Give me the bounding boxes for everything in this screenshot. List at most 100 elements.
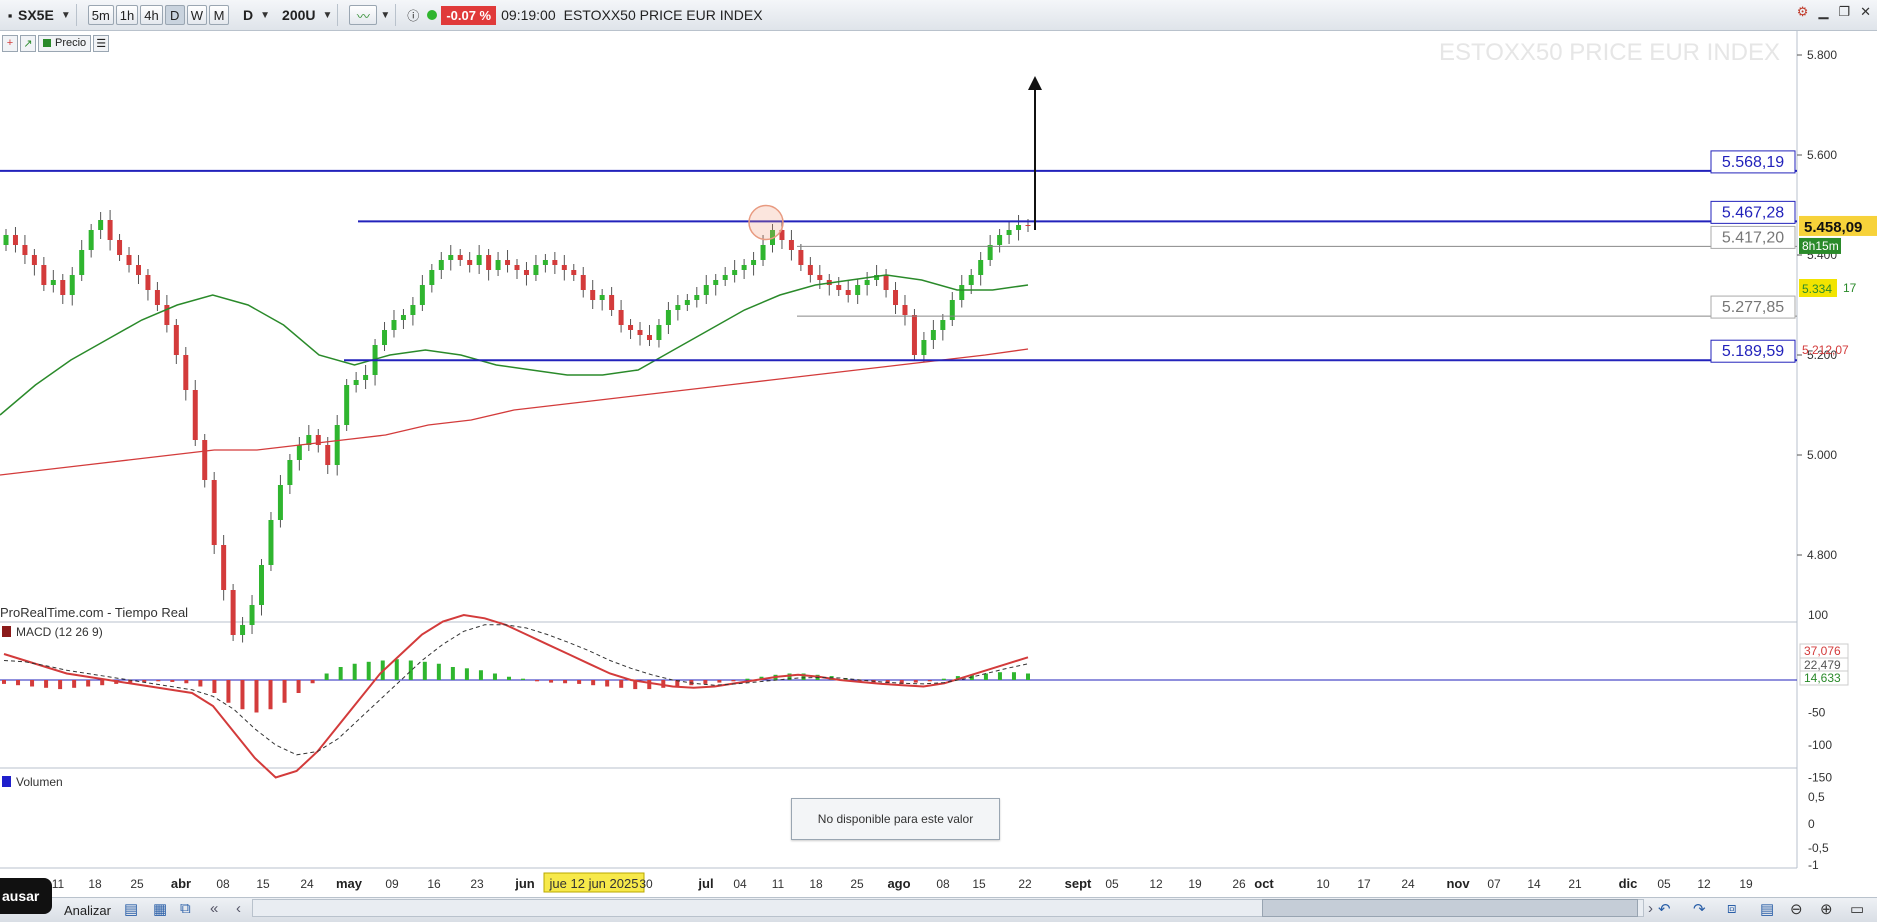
candle-body [22, 245, 28, 255]
macd-histogram-bar [268, 680, 273, 710]
volume-unavailable-message: No disponible para este valor [791, 798, 1000, 840]
candle-body [836, 285, 842, 290]
pause-button[interactable]: ausar [0, 878, 52, 914]
x-tick-label: 19 [1188, 877, 1202, 891]
candle-body [656, 325, 662, 340]
candle-body [542, 260, 548, 265]
analyze-icon-3[interactable]: ⧉ [180, 900, 191, 917]
layout-icon[interactable]: ▤ [1760, 900, 1774, 918]
x-tick-label: 19 [1739, 877, 1753, 891]
candle-body [571, 270, 577, 275]
zoom-out-icon[interactable]: ⊖ [1790, 900, 1803, 918]
x-tick-label: 05 [1657, 877, 1671, 891]
macd-value-label: 37,076 [1804, 644, 1841, 658]
scroll-left-icon[interactable]: « [210, 900, 218, 917]
candle-body [732, 270, 738, 275]
y-tick-label: 5.000 [1807, 448, 1837, 462]
analyze-icon-2[interactable]: ▦ [153, 900, 167, 918]
x-tick-label: 18 [809, 877, 823, 891]
candle-body [817, 275, 823, 280]
x-tick-label: 25 [130, 877, 144, 891]
candle-body [154, 290, 160, 305]
macd-histogram-bar [464, 668, 469, 680]
macd-histogram-bar [170, 680, 175, 682]
volume-color-icon [2, 776, 11, 787]
x-month-label: jun [514, 876, 535, 891]
x-month-label: nov [1446, 876, 1470, 891]
candle-body [98, 220, 104, 230]
target-arrow-head [1028, 76, 1042, 90]
macd-histogram-bar [408, 660, 413, 680]
candle-body [476, 255, 482, 265]
macd-y-tick: -50 [1808, 706, 1826, 720]
chart-canvas[interactable]: ESTOXX50 PRICE EUR INDEX 5.8005.6005.4005… [0, 0, 1877, 921]
macd-histogram-bar [184, 680, 189, 684]
candle-body [684, 300, 690, 305]
x-tick-label: 12 [1149, 877, 1163, 891]
candle-body [921, 340, 927, 355]
candle-body [391, 320, 397, 330]
candle-body [760, 245, 766, 260]
macd-histogram-bar [422, 661, 427, 680]
macd-histogram-bar [647, 680, 652, 690]
x-tick-label: 18 [88, 877, 102, 891]
zoom-in-icon[interactable]: ⊕ [1820, 900, 1833, 918]
macd-histogram-bar [563, 680, 568, 684]
x-tick-label: 24 [1401, 877, 1415, 891]
macd-histogram-bar [521, 678, 526, 680]
x-tick-label: 12 [1697, 877, 1711, 891]
x-month-label: oct [1254, 876, 1274, 891]
candle-body [41, 265, 47, 285]
x-tick-label: 09 [385, 877, 399, 891]
macd-histogram-bar [338, 667, 343, 680]
zoom-tool-icon[interactable]: ⧈ [1727, 900, 1737, 917]
x-tick-label: 22 [1018, 877, 1032, 891]
candle-body [637, 330, 643, 335]
macd-histogram-bar [72, 680, 77, 688]
ma-short-value: 5.334 [1802, 282, 1832, 296]
analyze-label[interactable]: Analizar [64, 903, 111, 918]
candle-body [12, 235, 18, 245]
candle-body [145, 275, 151, 290]
candle-body [533, 265, 539, 275]
undo-icon[interactable]: ↶ [1658, 900, 1671, 918]
scroll-prev-icon[interactable]: ‹ [236, 900, 241, 917]
x-tick-label: 04 [733, 877, 747, 891]
candle-body [230, 590, 236, 635]
y-tick-label: 5.800 [1807, 48, 1837, 62]
macd-histogram-bar [450, 667, 455, 680]
candle-body [959, 285, 965, 300]
candle-body [580, 275, 586, 290]
candle-body [523, 270, 529, 275]
x-tick-label: 14 [1527, 877, 1541, 891]
source-label: ProRealTime.com - Tiempo Real [0, 605, 188, 620]
macd-histogram-bar [577, 680, 582, 684]
macd-histogram-bar [717, 680, 722, 683]
candle-body [240, 625, 246, 635]
candle-body [448, 255, 454, 260]
candle-body [486, 255, 492, 270]
macd-histogram-bar [1011, 672, 1016, 680]
candle-body [400, 315, 406, 320]
ruler-icon[interactable]: ▭ [1850, 900, 1864, 918]
candle-body [135, 265, 141, 275]
macd-histogram-bar [591, 680, 596, 686]
x-tick-label: 15 [256, 877, 270, 891]
scroll-next-icon[interactable]: › [1648, 900, 1653, 917]
x-tick-label: 05 [1105, 877, 1119, 891]
x-tick-label: 08 [936, 877, 950, 891]
volume-title: Volumen [16, 775, 63, 789]
candle-body [50, 280, 56, 285]
candle-body [410, 305, 416, 315]
candle-body [382, 330, 388, 345]
candle-body [495, 260, 501, 270]
macd-histogram-bar [198, 680, 203, 687]
scrollbar-thumb[interactable] [1262, 899, 1638, 917]
macd-histogram-bar [2, 680, 6, 684]
analyze-icon-1[interactable]: ▤ [124, 900, 138, 918]
redo-icon[interactable]: ↷ [1693, 900, 1706, 918]
candle-body [419, 285, 425, 305]
macd-histogram-bar [254, 680, 259, 713]
chart-title-watermark: ESTOXX50 PRICE EUR INDEX [1439, 39, 1780, 66]
candle-body [893, 290, 899, 305]
